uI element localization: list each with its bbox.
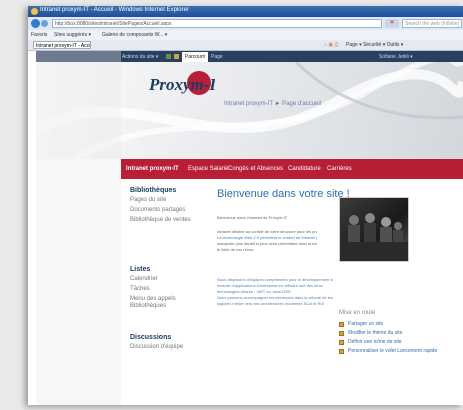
browser-window: Intranet proxym-IT - Accueil - Windows I… <box>28 6 463 405</box>
nav-item-espace-salarie[interactable]: Espace Salarié <box>188 166 228 172</box>
quicklaunch-discussions-heading[interactable]: Discussions <box>130 334 202 341</box>
quicklaunch-item[interactable]: Discussion d'équipe <box>130 344 202 351</box>
browser-icon <box>31 8 38 15</box>
description-paragraph: Intranet destiné au confort de votre str… <box>217 229 317 252</box>
quicklaunch-item[interactable]: Bibliothèque de ventes <box>130 217 202 224</box>
nav-item-candidature[interactable]: Candidature <box>288 166 321 172</box>
link-share-site[interactable]: Partager un site <box>339 321 437 330</box>
favorites-button[interactable]: Favoris <box>31 32 47 38</box>
address-toolbar: http://box:8080/sites/intranet/SitePages… <box>28 17 463 30</box>
site-actions-menu[interactable]: Actions du site ▾ <box>122 54 158 60</box>
quicklaunch-item[interactable]: Documents partagés <box>130 207 202 214</box>
link-change-theme[interactable]: Modifier le thème du site <box>339 330 437 339</box>
command-bar[interactable]: Page ▾ Sécurité ▾ Outils ▾ <box>346 42 403 48</box>
browser-tab[interactable]: Intranet proxym-IT - Accueil <box>33 41 91 49</box>
nav-item-conges[interactable]: Congés et Absences <box>228 166 283 172</box>
title-bar: Intranet proxym-IT - Accueil - Windows I… <box>28 6 463 17</box>
link-customize-quicklaunch[interactable]: Personnaliser le volet Lancement rapide <box>339 348 437 357</box>
edit-page-icon[interactable] <box>174 54 179 59</box>
forward-arrow-icon[interactable] <box>41 20 48 27</box>
share-icon <box>339 322 344 327</box>
intro-paragraph: Bienvenue dans l'Intranet de Proxym-IT. <box>217 215 288 220</box>
theme-icon <box>339 331 344 336</box>
site-icon-icon <box>339 340 344 345</box>
fav-item-gallery[interactable]: Galerie de composants W... ▾ <box>102 32 167 38</box>
quicklaunch-item[interactable]: Calendrier <box>130 276 202 283</box>
tab-page[interactable]: Page <box>208 52 226 62</box>
refresh-stop-icon[interactable]: ✕ <box>385 19 399 28</box>
page-content: Bibliothèques Pages du site Documents pa… <box>121 179 463 405</box>
breadcrumb[interactable]: Intranet proxym-IT ► Page d'accueil <box>224 101 321 107</box>
team-photo <box>339 197 409 262</box>
top-navigation: Intranet proxym-IT Espace Salarié Congés… <box>121 159 463 179</box>
site-logo[interactable]: Proxym-IT <box>147 63 227 103</box>
services-paragraph: Nous disposons d'équipes compétentes pou… <box>217 277 333 306</box>
getting-started-links: Partager un site Modifier le thème du si… <box>339 321 437 357</box>
nav-item-carrieres[interactable]: Carrières <box>327 166 352 172</box>
quicklaunch-libraries-heading[interactable]: Bibliothèques <box>130 187 202 194</box>
web-search-input[interactable]: Search the web (Infinite) <box>402 19 462 28</box>
navigate-up-icon[interactable] <box>166 54 171 59</box>
quicklaunch-item[interactable]: Tâches <box>130 286 202 293</box>
logo-text: Proxym-IT <box>148 75 215 94</box>
quicklaunch-lists-heading[interactable]: Listes <box>130 266 202 273</box>
address-input[interactable]: http://box:8080/sites/intranet/SitePages… <box>52 19 382 28</box>
quick-launch: Bibliothèques Pages du site Documents pa… <box>130 187 202 354</box>
favorites-bar: Favoris Sites suggérés ▾ Galerie de comp… <box>28 30 463 40</box>
welcome-heading: Bienvenue dans votre site ! <box>217 188 350 200</box>
window-title: Intranet proxym-IT - Accueil - Windows I… <box>40 7 189 13</box>
fav-item-suggested[interactable]: Sites suggérés ▾ <box>54 32 91 38</box>
getting-started-heading: Mise en route <box>339 310 376 316</box>
quicklaunch-icon <box>339 349 344 354</box>
tab-parcourir[interactable]: Parcourir <box>182 52 209 62</box>
quicklaunch-item[interactable]: Menu des appels Bibliothèques <box>130 296 202 310</box>
user-menu[interactable]: Sofiane Jebili ▾ <box>379 54 413 60</box>
nav-item-home[interactable]: Intranet proxym-IT <box>126 166 179 172</box>
link-site-icon[interactable]: Définir une icône de site <box>339 339 437 348</box>
tab-bar: Intranet proxym-IT - Accueil ⌂ ▣ ⎙ Page … <box>28 40 463 51</box>
home-feeds-print-icons[interactable]: ⌂ ▣ ⎙ <box>324 42 339 48</box>
page-left-margin <box>36 51 121 405</box>
quicklaunch-item[interactable]: Pages du site <box>130 197 202 204</box>
back-arrow-icon[interactable] <box>31 19 40 28</box>
